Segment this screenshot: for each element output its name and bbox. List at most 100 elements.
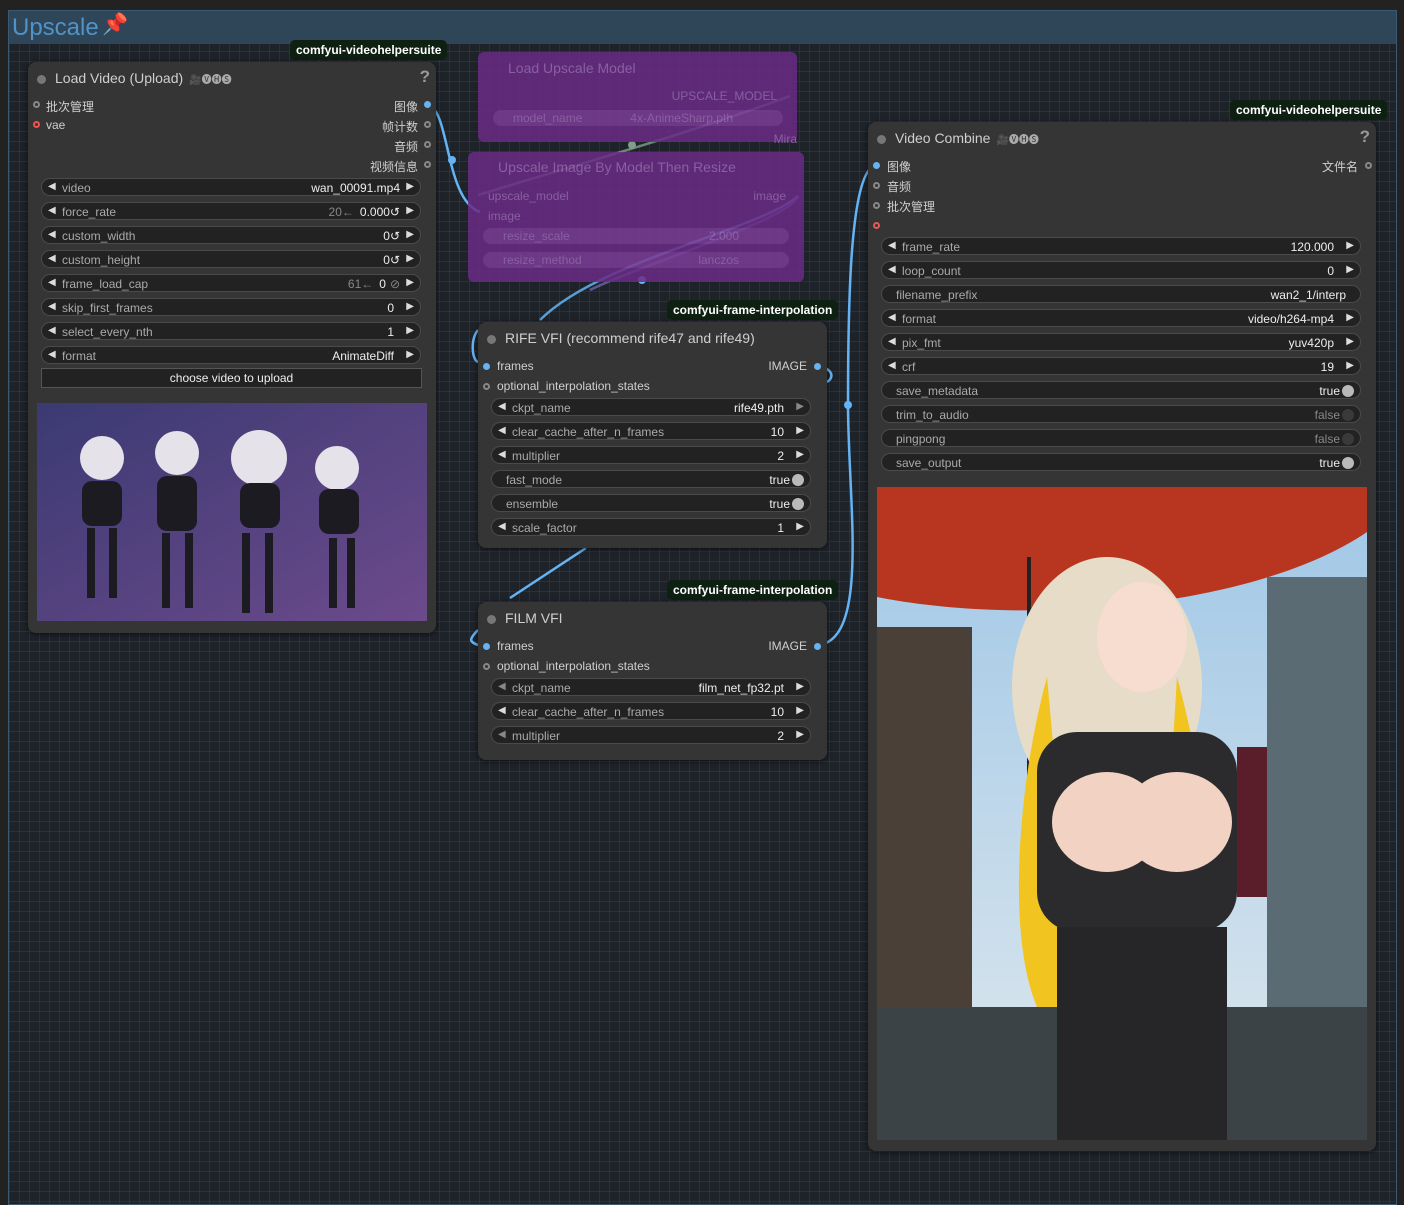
node-status-dot[interactable] [487,335,496,344]
custom-height-widget[interactable]: ◀ custom_height 0↺ ▶ [41,250,421,268]
image-output[interactable]: image [753,189,786,203]
input-audio[interactable]: 音频 [887,178,911,195]
output-dot[interactable] [1365,162,1372,169]
ensemble-toggle[interactable]: ensemble true [491,494,811,512]
increment-arrow-icon: ▶ [406,181,414,192]
output-dot[interactable] [424,121,431,128]
input-interpolation-states[interactable]: optional_interpolation_states [497,379,650,393]
output-image[interactable]: IMAGE [768,639,807,653]
frame-load-cap-widget[interactable]: ◀ frame_load_cap 61← 0 ⊘ ▶ [41,274,421,292]
film-title: FILM VFI [505,610,563,626]
clear-cache-widget[interactable]: ◀ clear_cache_after_n_frames 10 ▶ [491,422,811,440]
load-upscale-model-node[interactable]: Load Upscale Model UPSCALE_MODEL model_n… [478,52,797,146]
increment-arrow-icon: ▶ [796,729,804,740]
pix-fmt-widget[interactable]: ◀ pix_fmt yuv420p ▶ [881,333,1361,351]
video-combine-node[interactable]: Video Combine 🎥🅥🅗🅢 ? 图像 音频 批次管理 文件名 ◀ fram… [868,122,1376,1151]
input-vae[interactable]: vae [46,118,65,132]
load-upscale-model-title: Load Upscale Model [508,60,636,76]
output-dot[interactable] [424,141,431,148]
input-dot[interactable] [483,383,490,390]
input-interpolation-states[interactable]: optional_interpolation_states [497,659,650,673]
fast-mode-toggle[interactable]: fast_mode true [491,470,811,488]
load-video-node[interactable]: Load Video (Upload) 🎥🅥🅗🅢 ? 批次管理 vae 图像 帧计… [28,62,436,633]
help-icon[interactable]: ? [1360,127,1370,147]
input-dot[interactable] [873,182,880,189]
resize-method-value: lanczos [698,253,739,267]
decrement-arrow-icon: ◀ [888,360,896,371]
toggle-knob [792,498,804,510]
format-widget[interactable]: ◀ format AnimateDiff ▶ [41,346,421,364]
rife-vfi-node[interactable]: RIFE VFI (recommend rife47 and rife49) f… [478,322,827,548]
decrement-arrow-icon: ◀ [48,253,56,264]
upscale-model-output[interactable]: UPSCALE_MODEL [672,89,777,103]
ckpt-name-widget[interactable]: ◀ ckpt_name rife49.pth ▶ [491,398,811,416]
increment-arrow-icon: ▶ [406,205,414,216]
crf-widget[interactable]: ◀ crf 19 ▶ [881,357,1361,375]
output-dot[interactable] [814,643,821,650]
output-filenames[interactable]: 文件名 [1322,158,1358,175]
resize-scale-widget[interactable]: resize_scale 2.000 [483,228,789,244]
video-widget[interactable]: ◀ video wan_00091.mp4 ▶ [41,178,421,196]
node-status-dot[interactable] [487,615,496,624]
increment-arrow-icon: ▶ [796,401,804,412]
node-status-dot[interactable] [37,75,46,84]
video-preview [37,403,427,621]
force-rate-widget[interactable]: ◀ force_rate 20← 0.000↺ ▶ [41,202,421,220]
input-dot[interactable] [33,121,40,128]
input-batch-manager[interactable]: 批次管理 [46,98,94,115]
input-dot[interactable] [483,363,490,370]
clear-cache-widget[interactable]: ◀ clear_cache_after_n_frames 10 ▶ [491,702,811,720]
frame-rate-widget[interactable]: ◀ frame_rate 120.000 ▶ [881,237,1361,255]
input-dot[interactable] [483,663,490,670]
input-images[interactable]: 图像 [887,158,911,175]
help-icon[interactable]: ? [420,67,430,87]
resize-method-widget[interactable]: resize_method lanczos [483,252,789,268]
upscale-image-resize-node[interactable]: Upscale Image By Model Then Resize upsca… [468,152,804,282]
image-input[interactable]: image [488,209,521,223]
upscale-model-input[interactable]: upscale_model [488,189,569,203]
model-name-widget[interactable]: model_name 4x-AnimeSharp.pth [493,110,783,126]
output-image[interactable]: 图像 [394,98,418,115]
pingpong-toggle[interactable]: pingpong false [881,429,1361,447]
multiplier-widget[interactable]: ◀ multiplier 2 ▶ [491,446,811,464]
decrement-arrow-icon: ◀ [48,229,56,240]
output-dot[interactable] [424,101,431,108]
filename-prefix-input[interactable]: filename_prefix wan2_1/interp [881,285,1361,303]
input-dot[interactable] [33,101,40,108]
trim-to-audio-toggle[interactable]: trim_to_audio false [881,405,1361,423]
decrement-arrow-icon: ◀ [48,325,56,336]
input-dot[interactable] [483,643,490,650]
input-dot-vae[interactable] [873,222,880,229]
resize-method-label: resize_method [503,253,582,267]
decrement-arrow-icon: ◀ [888,240,896,251]
output-dot[interactable] [424,161,431,168]
node-status-dot[interactable] [877,135,886,144]
ckpt-name-widget[interactable]: ◀ ckpt_name film_net_fp32.pt ▶ [491,678,811,696]
save-output-toggle[interactable]: save_output true [881,453,1361,471]
loop-count-widget[interactable]: ◀ loop_count 0 ▶ [881,261,1361,279]
input-dot[interactable] [873,162,880,169]
skip-first-frames-widget[interactable]: ◀ skip_first_frames 0 ▶ [41,298,421,316]
scale-factor-widget[interactable]: ◀ scale_factor 1 ▶ [491,518,811,536]
output-image[interactable]: IMAGE [768,359,807,373]
save-metadata-toggle[interactable]: save_metadata true [881,381,1361,399]
input-frames[interactable]: frames [497,359,534,373]
input-batch-manager[interactable]: 批次管理 [887,198,935,215]
output-audio[interactable]: 音频 [394,138,418,155]
output-frame-count[interactable]: 帧计数 [382,118,418,135]
upload-video-button[interactable]: choose video to upload [41,368,422,388]
multiplier-widget[interactable]: ◀ multiplier 2 ▶ [491,726,811,744]
input-dot[interactable] [873,202,880,209]
custom-width-widget[interactable]: ◀ custom_width 0↺ ▶ [41,226,421,244]
ghost-footer: Mira [773,132,797,146]
output-video-info[interactable]: 视频信息 [370,158,418,175]
select-every-nth-widget[interactable]: ◀ select_every_nth 1 ▶ [41,322,421,340]
format-widget[interactable]: ◀ format video/h264-mp4 ▶ [881,309,1361,327]
input-frames[interactable]: frames [497,639,534,653]
output-dot[interactable] [814,363,821,370]
rife-title: RIFE VFI (recommend rife47 and rife49) [505,330,755,346]
film-vfi-node[interactable]: FILM VFI frames optional_interpolation_s… [478,602,827,760]
toggle-knob [1342,385,1354,397]
decrement-arrow-icon: ◀ [888,336,896,347]
film-badge: comfyui-frame-interpolation [667,580,839,600]
